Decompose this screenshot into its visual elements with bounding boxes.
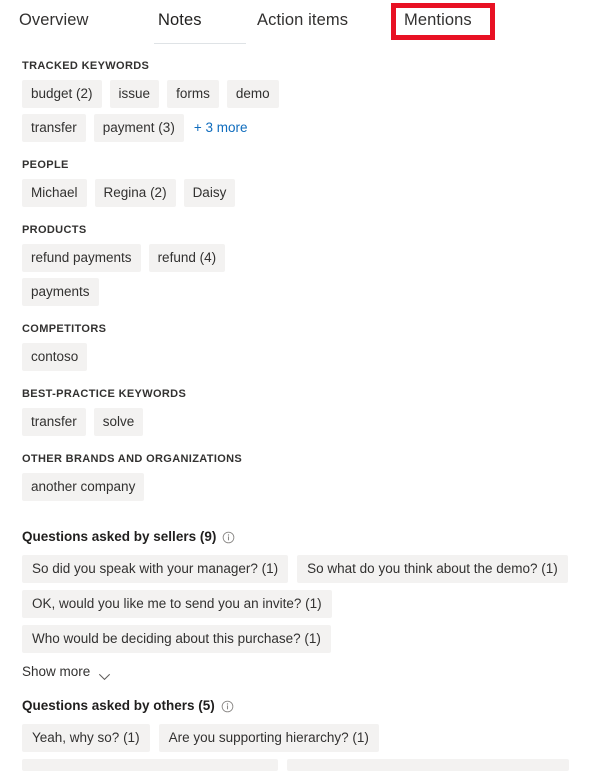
keyword-group: BEST-PRACTICE KEYWORDS transfer solve <box>0 388 600 436</box>
keyword-group: TRACKED KEYWORDS budget (2) issue forms demo… <box>0 60 600 142</box>
chip-row <box>22 759 578 771</box>
chip-row: transfer solve <box>22 408 578 436</box>
keyword-chip[interactable]: budget (2) <box>22 80 102 108</box>
chip-partial[interactable] <box>287 759 569 771</box>
keyword-group: PRODUCTS refund payments refund (4) payment… <box>0 224 600 306</box>
chip-row: contoso <box>22 343 578 371</box>
keyword-group-title: OTHER BRANDS AND ORGANIZATIONS <box>22 453 243 465</box>
keyword-chip[interactable]: Regina (2) <box>94 179 176 207</box>
keyword-chip[interactable]: contoso <box>22 343 88 371</box>
question-chip[interactable]: So what do you think about the demo? (1) <box>297 555 568 583</box>
question-chip[interactable]: Who would be deciding about this purchas… <box>22 625 331 653</box>
chip-row: So did you speak with your manager? (1) S… <box>22 555 578 583</box>
questions-sellers-title: Questions asked by sellers (9) <box>22 529 217 544</box>
keyword-chip[interactable]: transfer <box>22 408 86 436</box>
keyword-group: OTHER BRANDS AND ORGANIZATIONS another co… <box>0 453 600 501</box>
questions-others-header: Questions asked by others (5) <box>22 697 578 715</box>
keyword-group: PEOPLE Michael Regina (2) Daisy <box>0 159 600 207</box>
keyword-chip[interactable]: Michael <box>22 179 87 207</box>
keyword-chip[interactable]: transfer <box>22 114 86 142</box>
info-circle-icon[interactable] <box>222 531 235 544</box>
keyword-groups: TRACKED KEYWORDS budget (2) issue forms demo… <box>0 60 600 501</box>
keyword-chip[interactable]: solve <box>93 408 144 436</box>
keyword-chip[interactable]: forms <box>167 80 219 108</box>
chip-row: budget (2) issue forms demo <box>22 80 578 108</box>
chip-partial[interactable] <box>22 759 278 771</box>
chip-row: refund payments refund (4) <box>22 244 578 272</box>
chip-row: OK, would you like me to send you an inv… <box>22 590 578 653</box>
question-chip[interactable]: Are you supporting hierarchy? (1) <box>158 724 379 752</box>
tab-notes[interactable]: Notes <box>158 9 202 31</box>
show-more-keywords-link[interactable]: + 3 more <box>192 114 250 142</box>
question-chip[interactable]: OK, would you like me to send you an inv… <box>22 590 332 618</box>
questions-others-chip-rows: Yeah, why so? (1) Are you supporting hier… <box>22 724 578 752</box>
tab-bar: Overview Notes Action items Mentions <box>0 0 600 44</box>
keyword-chip[interactable]: refund payments <box>22 244 141 272</box>
chip-row: another company <box>22 473 578 501</box>
questions-others-overflow-row <box>0 759 600 771</box>
questions-sellers-header: Questions asked by sellers (9) <box>22 528 578 546</box>
chevron-down-icon <box>98 668 111 681</box>
chip-row: transfer payment (3) + 3 more <box>22 114 578 142</box>
questions-sellers-chip-rows: So did you speak with your manager? (1) S… <box>22 555 578 653</box>
keyword-chip[interactable]: demo <box>226 80 279 108</box>
questions-asked-by-others-block: Questions asked by others (5) Yeah, why … <box>0 697 600 752</box>
keyword-chip[interactable]: Daisy <box>183 179 236 207</box>
mentions-panel: TRACKED KEYWORDS budget (2) issue forms demo… <box>0 60 600 771</box>
show-more-label: Show more <box>22 664 91 679</box>
question-chip[interactable]: Yeah, why so? (1) <box>22 724 150 752</box>
keyword-chip[interactable]: issue <box>109 80 160 108</box>
chip-row: Yeah, why so? (1) Are you supporting hier… <box>22 724 578 752</box>
keyword-chip[interactable]: payments <box>22 278 99 306</box>
keyword-group-title: BEST-PRACTICE KEYWORDS <box>22 388 187 400</box>
keyword-group-title: COMPETITORS <box>22 323 107 335</box>
keyword-chip[interactable]: payment (3) <box>93 114 184 142</box>
active-tab-underline <box>154 43 246 44</box>
chip-row: Michael Regina (2) Daisy <box>22 179 578 207</box>
keyword-group-title: PRODUCTS <box>22 224 87 236</box>
keyword-chip[interactable]: refund (4) <box>148 244 226 272</box>
tab-overview[interactable]: Overview <box>19 9 89 31</box>
keyword-group-title: TRACKED KEYWORDS <box>22 60 150 72</box>
tab-action-items[interactable]: Action items <box>257 9 348 31</box>
tab-mentions[interactable]: Mentions <box>404 9 472 31</box>
keyword-group: COMPETITORS contoso <box>0 323 600 371</box>
questions-others-title: Questions asked by others (5) <box>22 698 215 713</box>
info-circle-icon[interactable] <box>221 700 234 713</box>
chip-row: payments <box>22 278 578 306</box>
question-chip[interactable]: So did you speak with your manager? (1) <box>22 555 289 583</box>
keyword-group-title: PEOPLE <box>22 159 69 171</box>
questions-asked-by-sellers-block: Questions asked by sellers (9) So did yo… <box>0 528 600 681</box>
keyword-chip[interactable]: another company <box>22 473 145 501</box>
show-more-button[interactable]: Show more <box>22 663 111 681</box>
